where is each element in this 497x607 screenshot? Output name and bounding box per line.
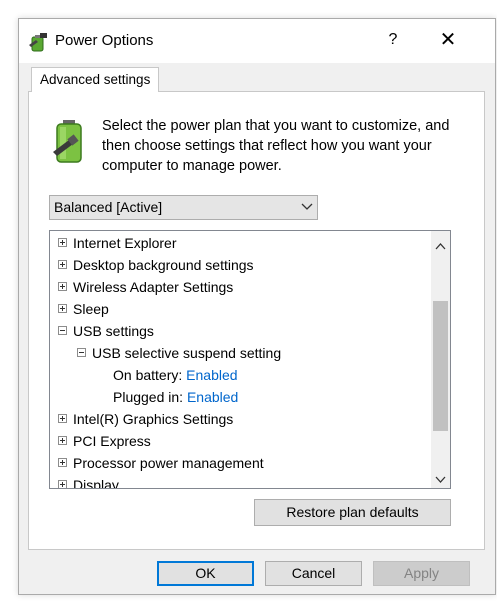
setting-label: On battery: (113, 367, 183, 383)
plus-box-icon[interactable] (58, 457, 67, 467)
settings-tree[interactable]: Internet Explorer Desktop background set… (49, 230, 451, 489)
help-button[interactable]: ? (383, 27, 403, 53)
power-options-dialog: Power Options ? ✕ Advanced settings Sele… (18, 18, 496, 595)
tree-item-label: USB settings (73, 323, 154, 339)
tree-item-label: Wireless Adapter Settings (73, 279, 234, 295)
chevron-up-icon[interactable] (435, 237, 446, 250)
tree-item-label: Sleep (73, 301, 109, 317)
plus-box-icon[interactable] (58, 237, 67, 247)
tree-item-processor-power[interactable]: Processor power management (58, 452, 264, 474)
apply-button[interactable]: Apply (373, 561, 470, 586)
tree-item-label: Display (73, 477, 119, 489)
ok-button[interactable]: OK (157, 561, 254, 586)
close-button[interactable]: ✕ (433, 27, 463, 53)
tree-item-label: PCI Express (73, 433, 151, 449)
instructions-text: Select the power plan that you want to c… (102, 118, 450, 174)
tree-item-label: Processor power management (73, 455, 264, 471)
tree-item-label: Internet Explorer (73, 235, 177, 251)
tree-item-plugged-in: Plugged in: Enabled (113, 386, 238, 408)
setting-label: Plugged in: (113, 389, 184, 405)
plus-box-icon[interactable] (58, 435, 67, 445)
tree-item-pci-express[interactable]: PCI Express (58, 430, 151, 452)
chevron-down-icon (301, 200, 313, 214)
minus-box-icon[interactable] (77, 347, 86, 357)
plus-box-icon[interactable] (58, 259, 67, 269)
restore-plan-defaults-button[interactable]: Restore plan defaults (254, 499, 451, 526)
plus-box-icon[interactable] (58, 281, 67, 291)
tree-item-label: Desktop background settings (73, 257, 254, 273)
plus-box-icon[interactable] (58, 479, 67, 488)
tree-item-label: USB selective suspend setting (92, 345, 282, 361)
tree-item-desktop-background[interactable]: Desktop background settings (58, 254, 254, 276)
plus-box-icon[interactable] (58, 303, 67, 313)
tree-item-usb-selective-suspend[interactable]: USB selective suspend setting (77, 342, 281, 364)
tree-item-sleep[interactable]: Sleep (58, 298, 109, 320)
power-plan-select[interactable]: Balanced [Active] (49, 195, 318, 220)
cancel-button[interactable]: Cancel (265, 561, 362, 586)
minus-box-icon[interactable] (58, 325, 67, 335)
tree-item-internet-explorer[interactable]: Internet Explorer (58, 232, 177, 254)
power-options-icon (27, 31, 49, 53)
tree-item-on-battery: On battery: Enabled (113, 364, 238, 386)
selected-plan: Balanced [Active] (54, 199, 163, 215)
tree-item-intel-graphics[interactable]: Intel(R) Graphics Settings (58, 408, 233, 430)
window-title: Power Options (55, 32, 154, 49)
battery-plug-icon (51, 118, 91, 166)
advanced-settings-panel: Select the power plan that you want to c… (28, 91, 485, 550)
tree-scrollbar[interactable] (431, 231, 450, 488)
tab-advanced-settings[interactable]: Advanced settings (31, 67, 160, 92)
tree-item-wireless-adapter[interactable]: Wireless Adapter Settings (58, 276, 233, 298)
tree-item-display[interactable]: Display (58, 474, 119, 489)
title-bar: Power Options ? ✕ (19, 19, 495, 63)
plugged-in-value-link[interactable]: Enabled (187, 389, 238, 405)
on-battery-value-link[interactable]: Enabled (186, 367, 237, 383)
tree-item-usb-settings[interactable]: USB settings (58, 320, 154, 342)
plus-box-icon[interactable] (58, 413, 67, 423)
scrollbar-thumb[interactable] (433, 301, 448, 431)
chevron-down-icon[interactable] (435, 471, 446, 483)
tree-item-label: Intel(R) Graphics Settings (73, 411, 234, 427)
